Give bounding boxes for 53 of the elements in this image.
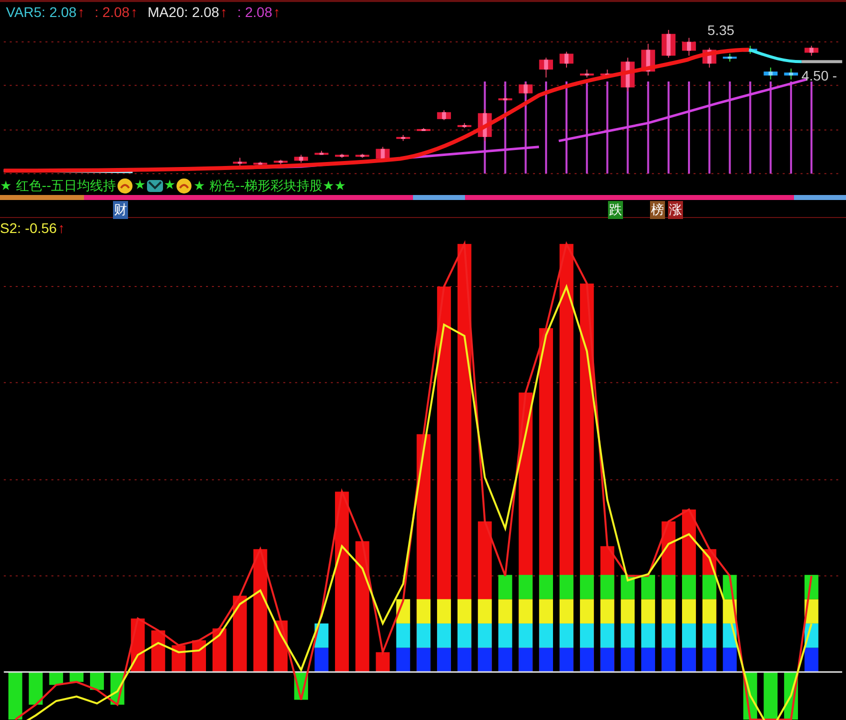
- candlestick: [560, 51, 574, 68]
- candlestick: [662, 29, 676, 58]
- candlestick: [478, 108, 492, 142]
- up-arrow: ↑: [78, 4, 85, 20]
- candlestick: [539, 57, 554, 78]
- smiley-icon: [117, 178, 134, 194]
- candlestick: [702, 47, 716, 68]
- candlestick: [764, 67, 778, 80]
- legend-value: MA20: 2.08: [148, 4, 220, 20]
- candlestick: [641, 43, 656, 76]
- high-price-label: 5.35: [707, 22, 734, 38]
- histogram-bar: [28, 672, 43, 706]
- up-arrow: ↑: [130, 4, 138, 20]
- signal-marker: 跌: [608, 200, 623, 219]
- signal-marker: 财: [113, 200, 128, 219]
- signal-marker: 榜: [650, 200, 665, 219]
- candlestick: [580, 69, 594, 78]
- histogram-bar: [314, 624, 328, 672]
- signal-marker: 涨: [668, 200, 683, 219]
- up-arrow: ↑: [220, 4, 228, 20]
- up-arrow: ↑: [273, 4, 280, 20]
- candlestick: [682, 37, 696, 56]
- candlestick: [294, 154, 308, 164]
- up-arrow: ↑: [58, 220, 65, 236]
- candlestick: [518, 82, 533, 96]
- histogram-bar: [8, 672, 22, 720]
- signal-text: ★ 粉色--梯形彩块持股★★: [193, 178, 346, 195]
- signal-text: ★ 红色--五日均线持: [0, 178, 116, 195]
- signal-text: ★: [164, 178, 176, 194]
- candlestick: [804, 45, 818, 56]
- candlestick: [274, 159, 288, 166]
- signal-text: ★: [134, 178, 146, 194]
- candlestick: [437, 110, 451, 121]
- histogram-bar: [764, 672, 778, 720]
- candlestick: [457, 122, 472, 129]
- legend-value: : 2.08: [237, 4, 272, 20]
- envelope-icon: [146, 178, 163, 194]
- candlestick: [498, 96, 512, 101]
- smiley-icon: [176, 178, 192, 194]
- indicator-value: S2: -0.56: [0, 220, 57, 236]
- candlestick: [722, 53, 737, 62]
- legend-value: VAR5: 2.08: [6, 4, 77, 20]
- legend-value: : 2.08: [94, 4, 130, 20]
- histogram-bar: [376, 652, 390, 672]
- candlestick: [376, 146, 390, 162]
- candlestick: [314, 150, 328, 156]
- candlestick: [620, 57, 635, 92]
- candlestick: [253, 161, 268, 166]
- low-price-label: 4.50 -: [802, 67, 837, 84]
- candlestick: [416, 128, 431, 132]
- candlestick: [396, 134, 410, 142]
- candlestick: [784, 68, 798, 80]
- candlestick: [232, 157, 247, 168]
